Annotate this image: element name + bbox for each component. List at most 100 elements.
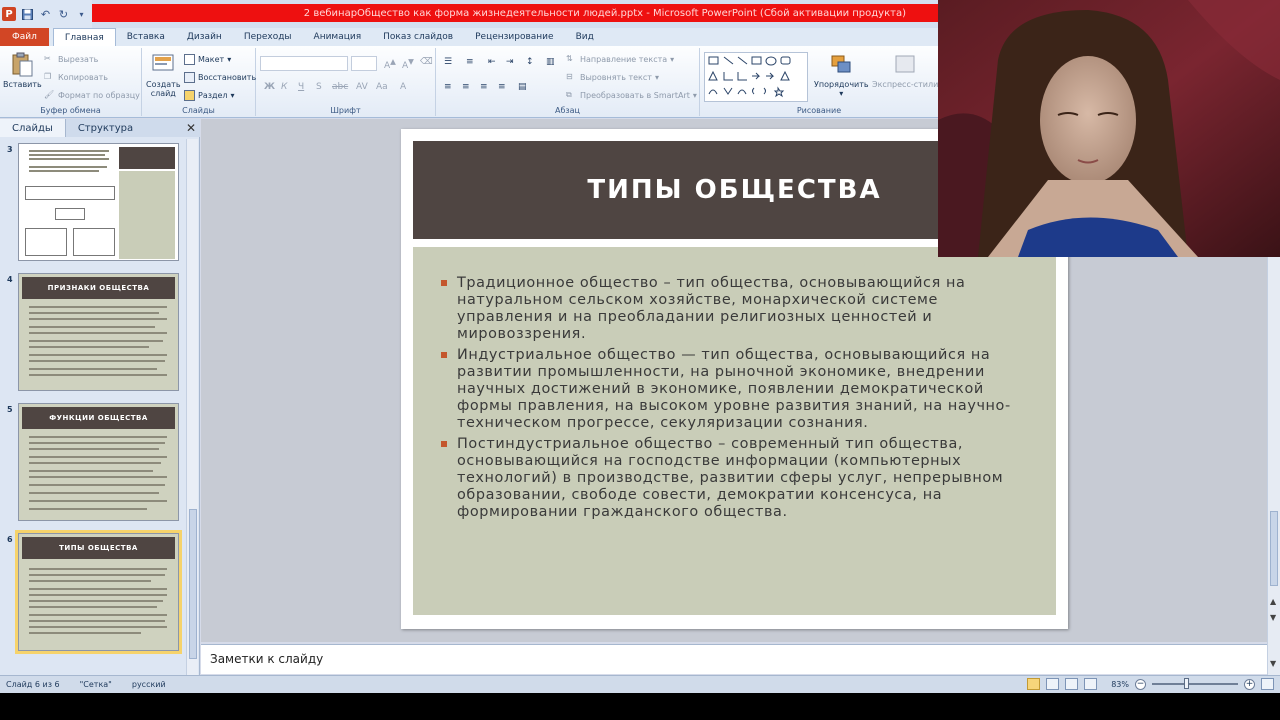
undo-icon[interactable]: ↶ (39, 8, 52, 21)
arrange-label: Упорядочить (814, 80, 869, 89)
slides-group: Создать слайд Макет ▾ Восстановить Разде… (142, 48, 256, 116)
zoom-out-icon[interactable]: − (1135, 678, 1146, 690)
paste-button[interactable]: Вставить (3, 52, 42, 89)
bullet-traditional[interactable]: Традиционное общество – тип общества, ос… (441, 275, 1032, 343)
slide-scrollbar-thumb[interactable] (1270, 511, 1278, 586)
reading-view-icon[interactable] (1065, 678, 1079, 690)
text-direction-button[interactable]: ⇅ Направление текста ▾ (566, 54, 674, 65)
slide-sorter-view-icon[interactable] (1046, 678, 1060, 690)
bullet-industrial[interactable]: Индустриальное общество — тип общества, … (441, 347, 1032, 432)
spacing-icon[interactable]: AV (356, 82, 368, 92)
slide-4-title: ПРИЗНАКИ ОБЩЕСТВА (22, 277, 175, 299)
zoom-level[interactable]: 83% (1111, 680, 1129, 689)
arrange-icon (831, 55, 851, 73)
paragraph-group: ☰ ≡ ⇤ ⇥ ↕ ▥ ≡ ≡ ≡ ≡ ▤ ⇅ Направление текс… (436, 48, 700, 116)
column-icon[interactable]: ▤ (518, 82, 527, 92)
chevron-down-icon: ▾ (654, 73, 659, 82)
theme-name: "Сетка" (79, 680, 112, 689)
tab-transitions[interactable]: Переходы (233, 28, 303, 46)
slide-thumbnail-3[interactable] (18, 143, 179, 261)
strikethrough-icon[interactable]: abc (332, 82, 348, 92)
brush-icon: 🖌 (44, 90, 55, 99)
normal-view-icon[interactable] (1027, 678, 1041, 690)
justify-icon[interactable]: ≡ (498, 82, 506, 92)
shrink-font-icon[interactable]: A▼ (402, 57, 414, 71)
tab-design[interactable]: Дизайн (176, 28, 233, 46)
slide-title[interactable]: ТИПЫ ОБЩЕСТВА (587, 175, 881, 205)
font-name-field[interactable] (260, 56, 348, 71)
bullets-icon[interactable]: ☰ (444, 57, 452, 67)
bold-icon[interactable]: Ж (264, 82, 275, 92)
section-button[interactable]: Раздел ▾ (184, 90, 235, 101)
tab-outline[interactable]: Структура (66, 119, 145, 137)
paragraph-group-label: Абзац (554, 106, 580, 115)
align-center-icon[interactable]: ≡ (462, 82, 470, 92)
zoom-in-icon[interactable]: + (1244, 678, 1255, 690)
tab-view[interactable]: Вид (565, 28, 605, 46)
font-color-icon[interactable]: A (400, 82, 406, 92)
notes-pane[interactable]: Заметки к слайду (201, 644, 1267, 674)
align-right-icon[interactable]: ≡ (480, 82, 488, 92)
slide-thumbnail-4[interactable]: ПРИЗНАКИ ОБЩЕСТВА (18, 273, 179, 391)
slide-thumbnail-5[interactable]: ФУНКЦИИ ОБЩЕСТВА (18, 403, 179, 521)
columns-icon[interactable]: ▥ (546, 57, 555, 67)
smartart-button[interactable]: ⧉ Преобразовать в SmartArt ▾ (566, 90, 697, 101)
grow-font-icon[interactable]: A▲ (384, 57, 396, 71)
clipboard-group: Вставить ✂ Вырезать ❐ Копировать 🖌 Форма… (0, 48, 142, 116)
reset-button[interactable]: Восстановить (184, 72, 256, 83)
new-slide-button[interactable]: Создать слайд (146, 52, 181, 98)
line-spacing-icon[interactable]: ↕ (526, 57, 534, 67)
tab-insert[interactable]: Вставка (116, 28, 176, 46)
tab-review[interactable]: Рецензирование (464, 28, 564, 46)
bullet-postindustrial[interactable]: Постиндустриальное общество – современны… (441, 436, 1032, 521)
tab-animation[interactable]: Анимация (303, 28, 373, 46)
quick-styles-button[interactable]: Экспресс-стили (872, 52, 938, 89)
format-painter-button[interactable]: 🖌 Формат по образцу (44, 90, 140, 101)
layout-button[interactable]: Макет ▾ (184, 54, 231, 65)
screen-bottom-border (0, 693, 1280, 720)
title-strip: 2 вебинарОбщество как форма жизнедеятель… (92, 4, 940, 22)
tab-slideshow[interactable]: Показ слайдов (372, 28, 464, 46)
next-slide-icon[interactable]: ▼ (1270, 613, 1276, 622)
font-size-field[interactable] (351, 56, 377, 71)
close-icon[interactable]: ✕ (186, 121, 196, 135)
align-left-icon[interactable]: ≡ (444, 82, 452, 92)
change-case-icon[interactable]: Аа (376, 82, 388, 92)
fit-slide-icon[interactable] (1261, 678, 1274, 690)
increase-indent-icon[interactable]: ⇥ (506, 57, 514, 67)
slide-content[interactable]: Традиционное общество – тип общества, ос… (413, 247, 1056, 615)
thumbnails-scrollbar-thumb[interactable] (189, 509, 197, 659)
redo-icon[interactable]: ↻ (57, 8, 70, 21)
cut-button[interactable]: ✂ Вырезать (44, 54, 98, 65)
text-direction-icon: ⇅ (566, 54, 573, 63)
italic-icon[interactable]: К (281, 82, 287, 92)
powerpoint-logo-icon[interactable]: P (2, 7, 16, 21)
zoom-slider[interactable] (1152, 678, 1238, 689)
chevron-down-icon: ▾ (692, 91, 697, 100)
scroll-down-icon[interactable]: ▼ (1270, 659, 1276, 668)
thumbnails-scrollbar[interactable] (186, 139, 198, 675)
shadow-icon[interactable]: S (316, 82, 322, 92)
language[interactable]: русский (132, 680, 166, 689)
font-group-label: Шрифт (330, 106, 361, 115)
tab-file[interactable]: Файл (0, 28, 49, 46)
clipboard-group-label: Буфер обмена (40, 106, 101, 115)
clear-formatting-icon[interactable]: ⌫ (420, 57, 433, 67)
arrange-button[interactable]: Упорядочить ▾ (814, 52, 869, 98)
save-icon[interactable] (21, 8, 34, 21)
tab-slides[interactable]: Слайды (0, 119, 66, 137)
zoom-slider-thumb[interactable] (1183, 678, 1189, 689)
copy-button[interactable]: ❐ Копировать (44, 72, 108, 83)
customize-qat-icon[interactable]: ▾ (75, 8, 88, 21)
align-text-button[interactable]: ⊟ Выровнять текст ▾ (566, 72, 659, 83)
decrease-indent-icon[interactable]: ⇤ (488, 57, 496, 67)
slide-number: 5 (7, 405, 13, 414)
slide-thumbnail-6[interactable]: ТИПЫ ОБЩЕСТВА (15, 530, 182, 654)
tab-home[interactable]: Главная (52, 28, 116, 46)
drawing-group-label: Рисование (796, 106, 842, 115)
previous-slide-icon[interactable]: ▲ (1270, 597, 1276, 606)
underline-icon[interactable]: Ч (298, 82, 304, 92)
numbering-icon[interactable]: ≡ (466, 57, 474, 67)
slideshow-view-icon[interactable] (1084, 678, 1098, 690)
shapes-gallery[interactable] (704, 52, 808, 102)
